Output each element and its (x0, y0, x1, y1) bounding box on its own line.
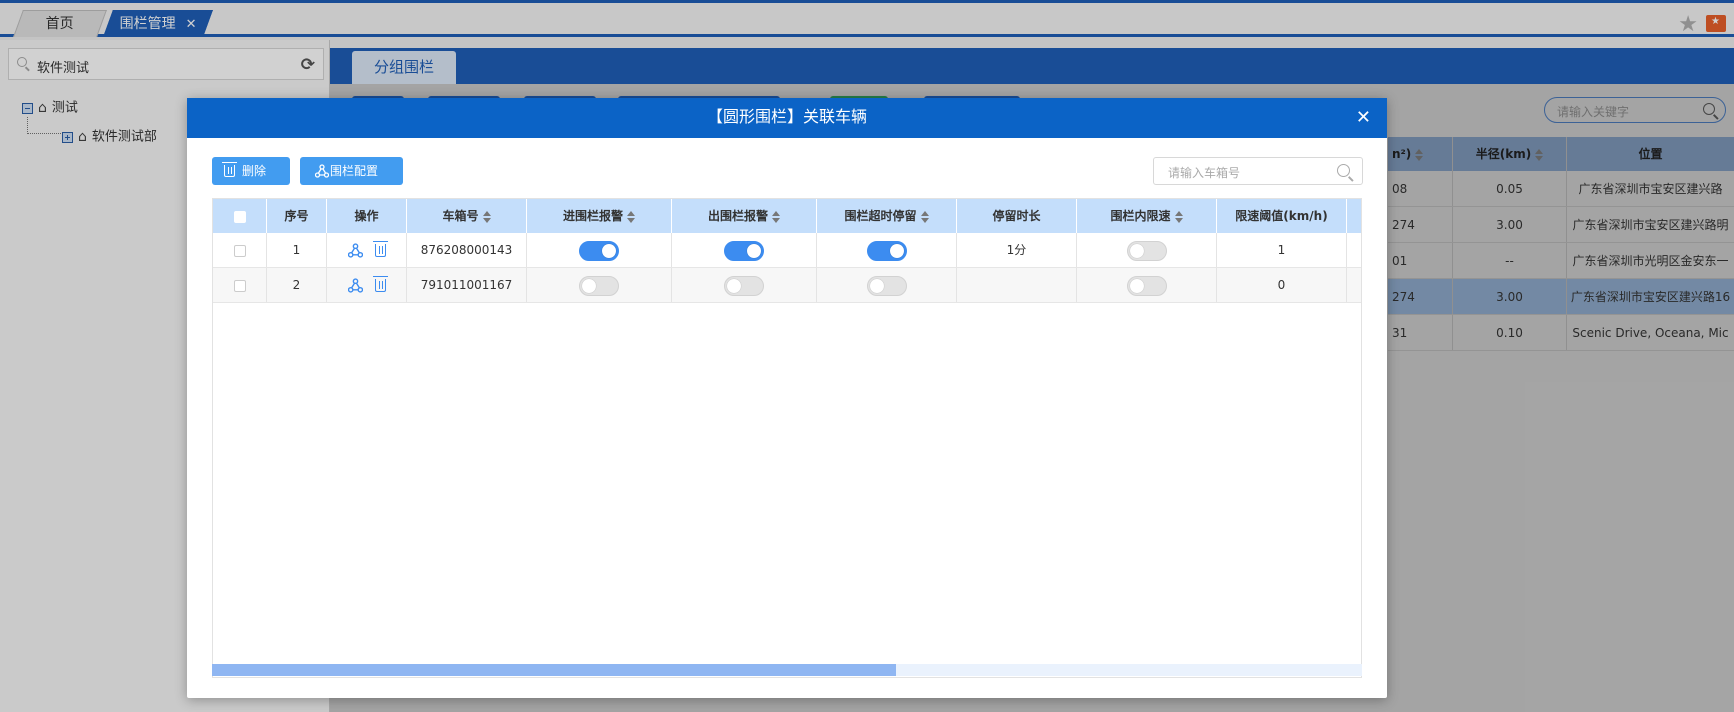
horizontal-scrollbar[interactable] (212, 664, 1362, 676)
fence-config-icon[interactable] (347, 243, 363, 258)
search-icon[interactable] (1337, 164, 1350, 177)
fence-config-button[interactable]: 围栏配置 (300, 157, 403, 185)
cell-index: 1 (267, 233, 327, 267)
dialog-title: 【圆形围栏】关联车辆 (706, 107, 867, 126)
sort-icon[interactable] (1174, 210, 1183, 223)
cell-overflow (1347, 233, 1361, 267)
cell-overstay (817, 233, 957, 267)
col-vehicle[interactable]: 车箱号 (407, 199, 527, 233)
vehicle-table-header: 序号 操作 车箱号 进围栏报警 出围栏报警 围栏超时停留 停留时长 围栏内限速 … (213, 199, 1361, 233)
fence-config-icon[interactable] (347, 278, 363, 293)
row-select-cell (213, 268, 267, 302)
trash-icon[interactable] (372, 241, 388, 257)
row-checkbox[interactable] (233, 279, 246, 292)
cell-exit-alarm (672, 268, 817, 302)
enter-alarm-toggle[interactable] (579, 240, 619, 261)
cell-actions (327, 233, 407, 267)
sort-icon[interactable] (627, 210, 635, 223)
cell-stay-duration (957, 268, 1077, 302)
col-speed-limit[interactable]: 围栏内限速 (1077, 199, 1217, 233)
speed-limit-toggle[interactable] (1126, 275, 1167, 296)
cell-threshold: 0 (1217, 268, 1347, 302)
sort-icon[interactable] (920, 210, 929, 223)
sort-icon[interactable] (772, 210, 780, 223)
trash-icon (222, 162, 237, 177)
close-icon[interactable]: ✕ (1356, 107, 1371, 128)
vehicle-table: 序号 操作 车箱号 进围栏报警 出围栏报警 围栏超时停留 停留时长 围栏内限速 … (212, 198, 1362, 678)
col-stay-duration: 停留时长 (957, 199, 1077, 233)
cell-enter-alarm (527, 233, 672, 267)
exit-alarm-toggle[interactable] (724, 275, 764, 296)
select-all-checkbox[interactable] (233, 210, 246, 223)
cell-stay-duration: 1分 (957, 233, 1077, 267)
col-actions: 操作 (327, 199, 407, 233)
col-enter-alarm[interactable]: 进围栏报警 (527, 199, 672, 233)
cell-vehicle: 876208000143 (407, 233, 527, 267)
cell-speed-limit (1077, 233, 1217, 267)
trash-icon[interactable] (372, 276, 388, 292)
row-checkbox[interactable] (233, 244, 246, 257)
delete-button[interactable]: 删除 (212, 157, 290, 185)
col-exit-alarm[interactable]: 出围栏报警 (672, 199, 817, 233)
col-index: 序号 (267, 199, 327, 233)
cell-enter-alarm (527, 268, 672, 302)
cell-actions (327, 268, 407, 302)
col-threshold: 限速阈值(km/h) (1217, 199, 1347, 233)
col-overflow (1347, 199, 1361, 233)
cell-speed-limit (1077, 268, 1217, 302)
associated-vehicles-dialog: 【圆形围栏】关联车辆 ✕ 删除 围栏配置 请输入车箱号 序号 操作 车箱号 进围… (187, 98, 1387, 698)
table-row[interactable]: 2 791011001167 0 (213, 268, 1361, 303)
overstay-toggle[interactable] (866, 240, 907, 261)
exit-alarm-toggle[interactable] (724, 240, 764, 261)
dialog-header: 【圆形围栏】关联车辆 ✕ (187, 98, 1387, 138)
fence-config-button-label: 围栏配置 (330, 164, 379, 178)
cell-exit-alarm (672, 233, 817, 267)
scrollbar-thumb[interactable] (212, 664, 897, 676)
row-select-cell (213, 233, 267, 267)
delete-button-label: 删除 (242, 164, 267, 178)
cell-overstay (817, 268, 957, 302)
col-overstay[interactable]: 围栏超时停留 (817, 199, 957, 233)
fence-config-icon (315, 164, 329, 178)
speed-limit-toggle[interactable] (1126, 240, 1167, 261)
cell-index: 2 (267, 268, 327, 302)
cell-vehicle: 791011001167 (407, 268, 527, 302)
cell-threshold: 1 (1217, 233, 1347, 267)
cell-overflow (1347, 268, 1361, 302)
table-row[interactable]: 1 876208000143 1分 1 (213, 233, 1361, 268)
overstay-toggle[interactable] (866, 275, 907, 296)
vehicle-search-placeholder: 请输入车箱号 (1168, 166, 1241, 180)
sort-icon[interactable] (482, 210, 491, 223)
enter-alarm-toggle[interactable] (579, 275, 619, 296)
vehicle-search-input[interactable]: 请输入车箱号 (1153, 157, 1363, 185)
select-all-cell (213, 199, 267, 233)
